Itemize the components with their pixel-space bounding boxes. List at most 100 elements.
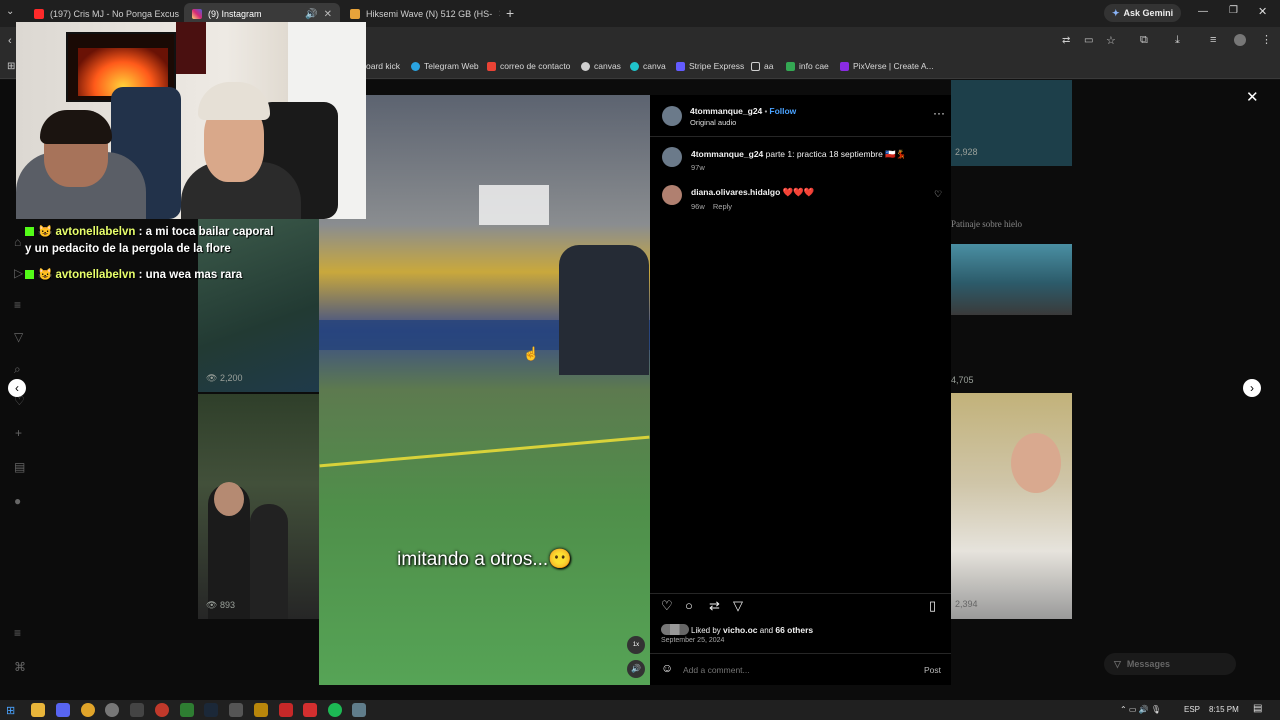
bookmark-pixverse[interactable]: PixVerse | Create A... [840, 61, 934, 71]
tab-search-button[interactable]: ⌄ [6, 6, 14, 17]
new-tab-button[interactable]: + [506, 5, 514, 21]
profile-avatar-icon[interactable]: ● [14, 494, 21, 508]
filter-icon[interactable]: ≡ [14, 298, 21, 312]
app-icon[interactable] [303, 703, 317, 717]
reels-icon[interactable]: ▷ [14, 266, 23, 280]
previous-arrow-button[interactable]: ‹ [8, 379, 26, 397]
close-icon[interactable]: ✕ [318, 9, 332, 20]
app-icon[interactable] [180, 703, 194, 717]
cast-icon[interactable]: ▭ [1084, 35, 1093, 46]
reply-button[interactable]: Reply [713, 202, 732, 211]
messages-button[interactable]: ▽ Messages [1104, 653, 1236, 675]
file-explorer-icon[interactable] [31, 703, 45, 717]
notifications-icon[interactable]: ▽ [14, 330, 23, 344]
bookmark-canva[interactable]: canva [630, 61, 666, 71]
author-avatar[interactable] [662, 106, 682, 126]
comment-username[interactable]: diana.olivares.hidalgo [691, 187, 780, 197]
notification-icon[interactable]: ▤ [1253, 703, 1262, 714]
more-icon[interactable]: ≡ [14, 626, 21, 640]
steam-icon[interactable] [204, 703, 218, 717]
star-icon[interactable]: ☆ [1106, 34, 1116, 47]
repost-icon[interactable]: ⇄ [709, 598, 720, 614]
follow-button[interactable]: Follow [769, 106, 796, 116]
webcam-hair-left [40, 110, 112, 144]
like-icon[interactable]: ♡ [661, 598, 673, 614]
app-icon[interactable] [352, 703, 366, 717]
app-icon[interactable] [105, 703, 119, 717]
commenter-avatar[interactable] [662, 185, 682, 205]
comment-icon[interactable]: ○ [685, 598, 693, 613]
menu-icon[interactable]: ⋮ [1261, 33, 1272, 46]
bookmark-stripe[interactable]: Stripe Express [676, 61, 744, 71]
playback-speed-button[interactable]: 1x [627, 636, 645, 654]
ask-gemini-button[interactable]: ✦ Ask Gemini [1104, 4, 1182, 22]
audio-label[interactable]: Original audio [690, 118, 736, 127]
speaker-icon[interactable]: 🔊 [299, 9, 317, 20]
close-icon[interactable]: ✕ [179, 9, 182, 20]
author-username[interactable]: 4tommanque_g24 [690, 106, 762, 116]
discord-icon[interactable] [56, 703, 70, 717]
search-icon[interactable]: ⌕ [14, 362, 21, 377]
bookmark-info-cae[interactable]: info cae [786, 61, 829, 71]
close-window-button[interactable]: ✕ [1258, 5, 1267, 18]
author-avatar[interactable] [662, 147, 682, 167]
bookmark-correo[interactable]: correo de contacto [487, 61, 570, 71]
post-comment-button[interactable]: Post [924, 665, 941, 675]
emote-icon: 😺 [38, 226, 56, 238]
app-icon[interactable] [155, 703, 169, 717]
chrome-icon[interactable] [81, 703, 95, 717]
clock[interactable]: 8:15 PM [1209, 705, 1239, 714]
bookmark-telegram[interactable]: Telegram Web [411, 61, 479, 71]
video-ceiling-light [479, 185, 549, 225]
minimize-button[interactable]: — [1198, 6, 1208, 17]
translate-icon[interactable]: ⇄ [1062, 35, 1070, 46]
save-icon[interactable]: ▯ [929, 598, 936, 614]
maximize-button[interactable]: ❐ [1229, 5, 1238, 16]
next-arrow-button[interactable]: › [1243, 379, 1261, 397]
media-icon[interactable]: ≡ [1210, 34, 1216, 46]
close-icon[interactable]: ✕ [492, 9, 500, 20]
panel-divider [650, 653, 951, 654]
close-modal-button[interactable]: ✕ [1246, 88, 1259, 106]
grid-thumbnail[interactable]: 2,928 [951, 80, 1072, 166]
create-icon[interactable]: + [15, 426, 22, 440]
apps-icon[interactable]: ⊞ [7, 61, 15, 72]
home-icon[interactable]: ⌂ [14, 235, 21, 249]
threads-icon[interactable]: ⌘ [14, 660, 26, 674]
comment: diana.olivares.hidalgo ❤️❤️❤️ [691, 187, 814, 198]
app-icon[interactable] [254, 703, 268, 717]
comment-like-icon[interactable]: ♡ [934, 189, 942, 200]
kick-badge-icon [25, 227, 34, 236]
share-icon[interactable]: ▽ [733, 598, 743, 614]
download-icon[interactable]: ⤓ [1175, 34, 1180, 47]
app-icon[interactable] [229, 703, 243, 717]
bookmark-aa[interactable]: aa [751, 61, 773, 71]
start-icon[interactable]: ⊞ [6, 704, 15, 717]
dashboard-icon[interactable]: ▤ [14, 460, 25, 474]
tray-icons[interactable]: ⌃ ▭ 🔊 🎙 [1120, 705, 1161, 714]
extensions-icon[interactable]: ⧉ [1140, 34, 1148, 47]
more-options-icon[interactable]: ··· [933, 106, 945, 120]
app-icon[interactable] [130, 703, 144, 717]
grid-thumbnail[interactable]: 👁 893 [198, 394, 319, 619]
bookmark-kick[interactable]: oard kick [366, 61, 400, 71]
app-icon[interactable] [279, 703, 293, 717]
chat-username: avtonellabelvn [55, 226, 136, 238]
input-language[interactable]: ESP [1184, 705, 1200, 714]
liked-user-link[interactable]: vicho.oc [723, 625, 757, 635]
liked-others-link[interactable]: 66 others [775, 625, 813, 635]
profile-icon[interactable] [1234, 34, 1246, 46]
mute-button[interactable]: 🔊 [627, 660, 645, 678]
person-figure [1011, 433, 1061, 493]
bookmark-canvas[interactable]: canvas [581, 61, 621, 71]
caption-username[interactable]: 4tommanque_g24 [691, 149, 763, 159]
post-panel: 4tommanque_g24 • Follow Original audio ·… [650, 95, 951, 685]
back-icon[interactable]: ‹ [8, 35, 12, 47]
grid-thumbnail[interactable]: 2,394 [951, 393, 1072, 619]
grid-thumbnail[interactable] [951, 244, 1072, 315]
emoji-icon[interactable]: ☺ [661, 661, 673, 675]
add-comment-input[interactable] [683, 663, 903, 677]
spotify-icon[interactable] [328, 703, 342, 717]
info-cae-icon [786, 61, 795, 71]
reel-video[interactable]: imitando a otros...😶 1x 🔊 [319, 95, 650, 685]
